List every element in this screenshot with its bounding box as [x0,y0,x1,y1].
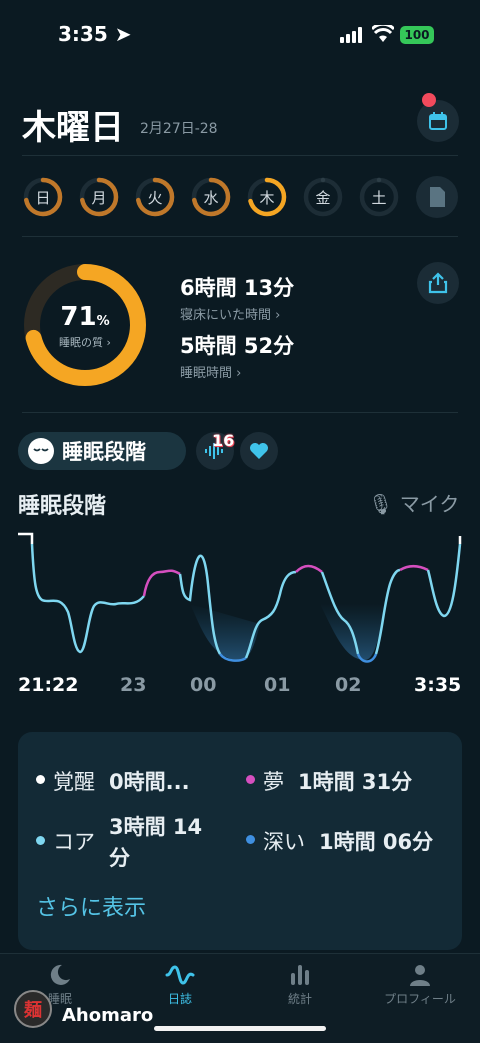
core-line-1 [30,543,145,654]
divider [22,236,458,237]
heart-rate-chip[interactable] [240,432,278,470]
awake-marker [18,532,34,544]
clock: 3:35 ➤ [58,22,132,46]
waveform-icon [165,965,195,985]
sleep-stages-chip[interactable]: 睡眠段階 [18,432,186,470]
sleep-score: 71% [60,302,110,332]
document-icon [430,187,445,207]
time-in-bed[interactable]: 6時間 13分 寝床にいた時間 › [180,272,294,323]
day-ring[interactable]: 火 [134,176,176,218]
legend-label: 覚醒 [53,770,95,794]
tab-stats[interactable]: 統計 [240,960,360,1007]
user-name: Ahomaro [62,1004,154,1026]
wifi-icon [372,25,394,42]
bar-chart-icon [291,965,309,985]
sleep-quality-label[interactable]: 睡眠の質 › [22,334,148,350]
x-tick-label: 21:22 [18,674,79,696]
show-more-link[interactable]: さらに表示 [36,890,146,922]
day-label: 火 [147,188,163,207]
calendar-icon [429,112,447,130]
deep-dot [246,835,255,844]
tab-label: 統計 [287,992,312,1006]
awake-dot [36,775,45,784]
time-in-bed-label: 寝床にいた時間 › [180,308,281,323]
sleep-time[interactable]: 5時間 52分 睡眠時間 › [180,330,294,381]
day-ring[interactable]: 月 [78,176,120,218]
date-range: 2月27日-28 [140,121,218,137]
day-label: 日 [35,188,51,207]
day-label: 水 [203,188,219,207]
legend-label: 夢 [263,770,284,794]
rem-line-2 [295,564,323,573]
day-ring[interactable]: 金 [302,176,344,218]
x-tick-label: 23 [120,674,147,696]
microphone-source[interactable]: 🎙︎ マイク [368,488,459,517]
tab-profile[interactable]: プロフィール [360,960,480,1007]
x-tick-label: 3:35 [414,674,462,696]
heart-icon [250,443,268,459]
calendar-button[interactable] [417,100,459,142]
legend-value: 1時間 06分 [319,830,434,854]
day-ring[interactable]: 木 [246,176,288,218]
sleep-time-value: 5時間 52分 [180,334,295,358]
microphone-source-label: マイク [399,492,460,516]
rem-line-1 [142,569,181,597]
battery-icon: 100 [400,26,434,44]
legend-awake: 覚醒 0時間... [36,766,190,796]
user-watermark: 麺 Ahomaro [14,990,153,1028]
rem-dot [246,775,255,784]
tab-label: 日誌 [167,992,192,1006]
snore-count-badge: 16 [212,431,235,450]
legend-core: コア 3時間 14分 [36,812,219,874]
cellular-signal-icon [340,27,362,43]
notification-dot [422,93,436,107]
report-button[interactable] [416,176,458,218]
location-arrow-icon: ➤ [114,22,132,46]
sleep-time-label: 睡眠時間 › [180,366,242,381]
legend-label: 深い [263,830,305,854]
avatar: 麺 [14,990,52,1028]
share-icon [428,272,448,294]
day-label: 月 [91,188,107,207]
time-in-bed-value: 6時間 13分 [180,276,295,300]
legend-rem: 夢 1時間 31分 [246,766,412,796]
microphone-icon: 🎙︎ [368,492,394,516]
x-tick-label: 00 [190,674,217,696]
share-button[interactable] [417,262,459,304]
divider [22,155,458,156]
sleep-stages-chip-label: 睡眠段階 [62,440,146,464]
x-tick-label: 02 [335,674,362,696]
day-ring[interactable]: 水 [190,176,232,218]
status-bar: 3:35 ➤ 100 [0,0,480,64]
moon-icon [50,964,70,985]
day-ring[interactable]: 土 [358,176,400,218]
legend-value: 1時間 31分 [298,770,413,794]
day-label: 木 [259,188,275,207]
core-dot [36,836,45,845]
chart-title: 睡眠段階 [18,494,107,519]
day-ring[interactable]: 日 [22,176,64,218]
legend-value: 3時間 14分 [109,815,203,870]
tab-label: プロフィール [384,992,456,1006]
divider [22,412,458,413]
legend-deep: 深い 1時間 06分 [246,826,433,856]
home-indicator[interactable] [154,1026,326,1031]
legend-label: コア [53,830,95,854]
sleep-stage-chart[interactable] [0,524,480,669]
page-title: 木曜日 [22,108,124,148]
x-tick-label: 01 [264,674,291,696]
sleeping-face-icon [28,438,54,464]
person-icon [410,965,430,986]
rem-line-3 [399,565,429,572]
core-line-2 [178,554,222,655]
core-line-6 [426,543,462,618]
legend-value: 0時間... [109,770,190,794]
day-label: 金 [315,188,331,207]
day-label: 土 [371,188,387,207]
